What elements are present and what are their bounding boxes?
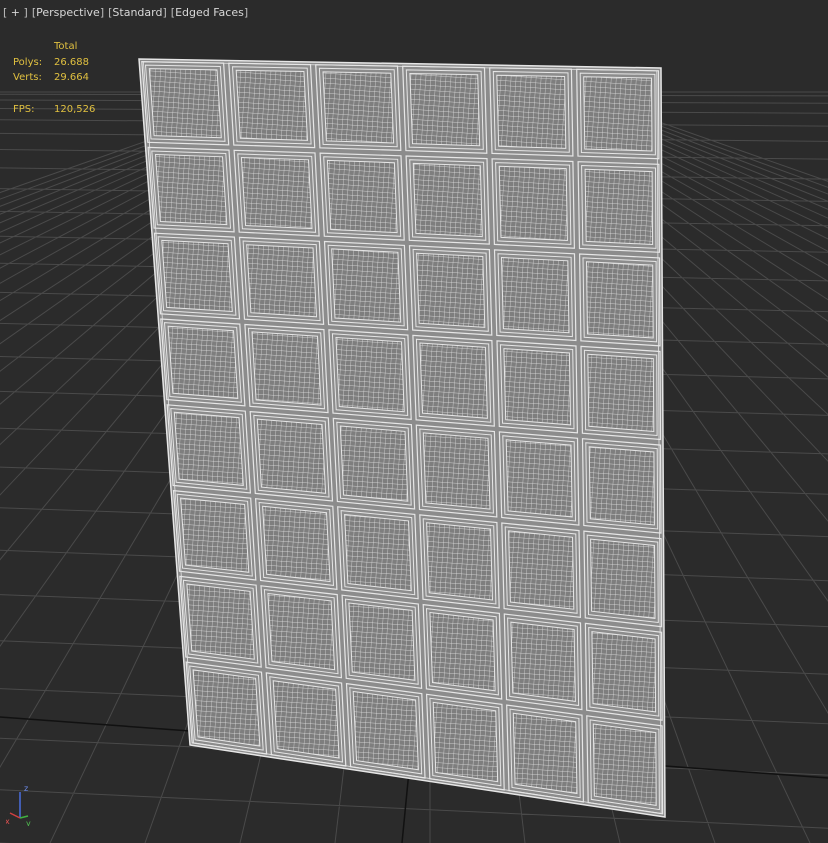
statistics-overlay: Total Polys: 26.688 Verts: 29.664 FPS: 120,… bbox=[13, 39, 95, 117]
axis-y-label: y bbox=[26, 819, 31, 826]
verts-label: Verts: bbox=[13, 72, 42, 83]
wall-tile bbox=[328, 329, 412, 421]
wall-tile bbox=[496, 340, 579, 434]
wall-tile bbox=[489, 67, 574, 157]
wall-tile bbox=[578, 253, 661, 347]
viewport-plus-menu[interactable]: [ + ] bbox=[3, 6, 28, 22]
wall-tile bbox=[319, 152, 405, 241]
wall-tile bbox=[412, 334, 495, 427]
stats-header: Total bbox=[54, 41, 78, 52]
wall-tile bbox=[408, 245, 493, 336]
wall-tile bbox=[141, 60, 230, 146]
wall-tile bbox=[244, 323, 329, 414]
wall-tile bbox=[332, 417, 416, 510]
wall-tile bbox=[249, 410, 334, 502]
wall-tile bbox=[238, 236, 325, 325]
wall-tile bbox=[147, 146, 235, 233]
wall-tile bbox=[405, 155, 490, 245]
perspective-viewport[interactable]: [ + ] [Perspective] [Standard] [Edged Fa… bbox=[0, 0, 828, 843]
wall-tile bbox=[493, 249, 577, 342]
axis-x-label: x bbox=[6, 817, 10, 826]
wall-tile bbox=[315, 64, 402, 152]
wall-tile bbox=[415, 424, 498, 518]
wall-tile bbox=[577, 161, 661, 253]
wall-tile bbox=[402, 65, 488, 154]
wall-tile bbox=[491, 158, 576, 249]
wall-tile bbox=[153, 232, 241, 320]
wall-tile bbox=[576, 68, 660, 160]
axis-gizmo-icon: z x y bbox=[6, 784, 31, 826]
wall-tile bbox=[323, 240, 409, 331]
wall-tile bbox=[581, 438, 662, 534]
viewport-shading-menu[interactable]: [Standard] bbox=[108, 6, 167, 22]
tile-wall-mesh[interactable] bbox=[138, 58, 666, 818]
wall-tile bbox=[580, 345, 662, 441]
viewport-point-of-view-menu[interactable]: [Perspective] bbox=[32, 6, 104, 22]
wall-tile bbox=[228, 62, 316, 149]
polys-value: 26.688 bbox=[54, 56, 89, 68]
wall-tile bbox=[498, 431, 580, 526]
viewport-label-menu: [ + ] [Perspective] [Standard] [Edged Fa… bbox=[3, 6, 248, 22]
wall-tile bbox=[160, 318, 246, 407]
axis-z-label: z bbox=[24, 784, 28, 793]
wall-tile bbox=[233, 149, 320, 237]
fps-label: FPS: bbox=[13, 103, 35, 115]
fps-value: 120,526 bbox=[54, 103, 96, 115]
scene-canvas bbox=[0, 58, 828, 843]
verts-value: 29.664 bbox=[54, 72, 89, 83]
polys-label: Polys: bbox=[13, 56, 43, 68]
viewport-edges-menu[interactable]: [Edged Faces] bbox=[171, 6, 248, 22]
